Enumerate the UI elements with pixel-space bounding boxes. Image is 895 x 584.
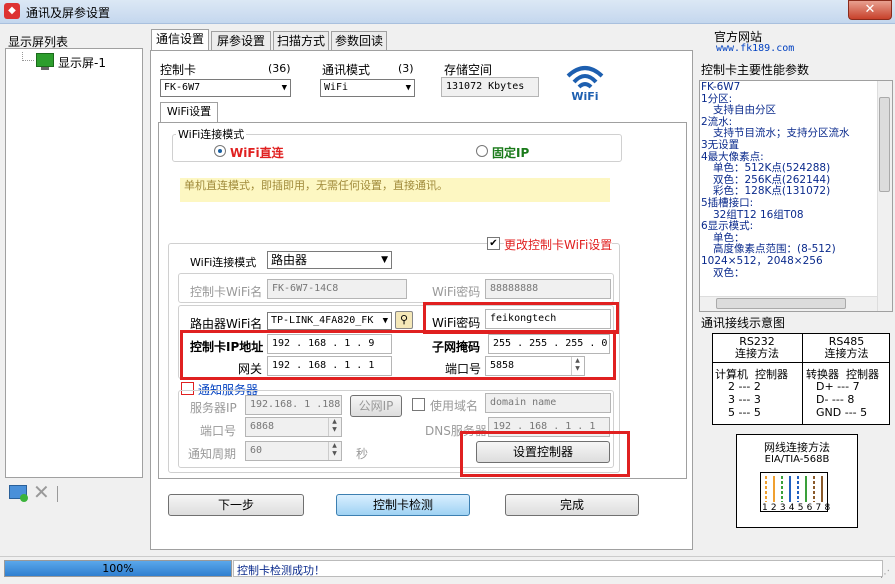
- seconds-label: 秒: [356, 447, 369, 461]
- wifi-mode-group-title: WiFi连接模式: [176, 126, 247, 142]
- perf-line: FK-6W7: [701, 81, 741, 93]
- net-wiring-std: EIA/TIA-568B: [764, 454, 830, 465]
- rj45-pin-numbers: 12345678: [762, 503, 834, 513]
- status-message: 控制卡检测成功！: [237, 564, 325, 577]
- mask-field[interactable]: 255 . 255 . 255 . 0: [488, 334, 610, 354]
- period-spinner[interactable]: ▲ ▼: [328, 442, 340, 460]
- wifi-pwd-field[interactable]: feikongtech: [485, 309, 611, 329]
- card-count: (36): [268, 62, 291, 75]
- mode-select[interactable]: WiFi ▼: [320, 79, 415, 97]
- storage-value: 131072 Kbytes: [441, 77, 539, 97]
- perf-line: 3无设置: [701, 138, 740, 151]
- card-label: 控制卡: [160, 63, 197, 77]
- set-controller-button[interactable]: 设置控制器: [476, 441, 610, 463]
- router-wifi-select[interactable]: TP-LINK_4FA820_FK ▼: [267, 312, 392, 330]
- progress-text: 100%: [102, 562, 134, 575]
- perf-line: 单色：512K点(524288): [713, 162, 831, 175]
- app-icon: ◆: [4, 3, 20, 19]
- rs485-title: RS485 连接方法: [824, 335, 869, 360]
- gateway-field[interactable]: 192 . 168 . 1 . 1: [267, 356, 392, 376]
- ip-field[interactable]: 192 . 168 . 1 . 9: [267, 334, 392, 354]
- conn-mode-select[interactable]: 路由器 ▼: [267, 251, 392, 269]
- ip-label: 控制卡IP地址: [190, 340, 264, 354]
- tab-wifi-settings[interactable]: WiFi设置: [160, 102, 218, 124]
- card-wifi-label: 控制卡WiFi名: [190, 285, 263, 299]
- perf-line: 5插槽接口:: [701, 196, 754, 209]
- delete-screen-icon[interactable]: ✕: [33, 482, 50, 502]
- resize-grip-icon[interactable]: ⋰: [880, 569, 890, 580]
- tab-scan-mode[interactable]: 扫描方式: [273, 31, 329, 51]
- port-spinner[interactable]: ▲ ▼: [571, 357, 583, 375]
- close-button[interactable]: ✕: [848, 0, 892, 20]
- net-wiring-title: 网线连接方法: [764, 441, 830, 454]
- website-link[interactable]: www.fk189.com: [716, 43, 794, 54]
- port2-label: 端口号: [200, 424, 237, 438]
- wifi-logo-icon: WiFi: [560, 62, 610, 103]
- rs232-rows: 2 --- 23 --- 35 --- 5: [728, 380, 761, 419]
- wifi-search-icon[interactable]: ⚲: [395, 311, 413, 329]
- storage-label: 存储空间: [444, 63, 493, 77]
- radio-wifi-direct[interactable]: [214, 145, 226, 157]
- radio-wifi-direct-label[interactable]: WiFi直连: [230, 144, 284, 161]
- mode-label: 通讯模式: [322, 63, 371, 77]
- radio-fixed-ip-label[interactable]: 固定IP: [492, 144, 529, 161]
- card-wifi-field: FK-6W7-14C8: [267, 279, 407, 299]
- card-select[interactable]: FK-6W7 ▼: [160, 79, 291, 97]
- mode-count: (3): [398, 62, 414, 75]
- change-wifi-label[interactable]: 更改控制卡WiFi设置: [504, 236, 613, 253]
- perf-line: 双色：: [713, 266, 745, 279]
- server-ip-label: 服务器IP: [190, 401, 237, 415]
- perf-title: 控制卡主要性能参数: [701, 63, 810, 77]
- period-label: 通知周期: [188, 447, 237, 461]
- domain-field: domain name: [485, 393, 611, 413]
- wifi-pwd-label: WiFi密码: [432, 316, 481, 330]
- port-field[interactable]: 5858: [485, 356, 585, 376]
- detect-card-button[interactable]: 控制卡检测: [336, 494, 470, 516]
- conn-mode-label: WiFi连接模式: [190, 256, 257, 269]
- server-ip-field: 192.168. 1 .188: [245, 395, 342, 415]
- mask-label: 子网掩码: [432, 340, 481, 354]
- tab-screen-params[interactable]: 屏参设置: [211, 31, 271, 51]
- rs485-rows: D+ --- 7 D- --- 8 GND --- 5: [816, 380, 868, 419]
- screen-list-panel: [5, 48, 143, 478]
- use-domain-label: 使用域名: [430, 399, 479, 413]
- done-button[interactable]: 完成: [505, 494, 639, 516]
- title-bar: [0, 0, 895, 24]
- port2-spinner[interactable]: ▲ ▼: [328, 418, 340, 436]
- tree-item-screen-1[interactable]: 显示屏-1: [58, 54, 106, 71]
- wifi-pwd-label-disabled: WiFi密码: [432, 285, 481, 299]
- gateway-label: 网关: [238, 362, 263, 376]
- perf-line: 6显示模式:: [701, 220, 754, 233]
- change-wifi-checkbox[interactable]: ✔: [487, 237, 500, 250]
- rs232-title: RS232 连接方法: [735, 335, 779, 360]
- wiring-title: 通讯接线示意图: [701, 316, 786, 330]
- perf-line: 1024×512，2048×256: [701, 254, 823, 267]
- port-label: 端口号: [445, 362, 482, 376]
- tab-param-readback[interactable]: 参数回读: [331, 31, 387, 51]
- perf-hscroll-thumb[interactable]: [716, 298, 846, 309]
- wifi-pwd-disabled-field: 88888888: [485, 279, 611, 299]
- svg-text:WiFi: WiFi: [571, 90, 598, 102]
- public-ip-button[interactable]: 公网IP: [350, 395, 402, 417]
- use-domain-checkbox[interactable]: [412, 398, 425, 411]
- tab-comm-settings[interactable]: 通信设置: [151, 29, 209, 51]
- next-button[interactable]: 下一步: [168, 494, 304, 516]
- perf-vscroll-thumb[interactable]: [879, 97, 890, 192]
- radio-fixed-ip[interactable]: [476, 145, 488, 157]
- perf-panel: FK-6W7 1分区: 支持自由分区 2流水: 支持节目流水；支持分区流水 3无设置 4最大…: [699, 80, 893, 312]
- window-title: 通讯及屏参设置: [26, 6, 111, 20]
- monitor-icon: [36, 53, 54, 67]
- info-text: 单机直连模式，即插即用，无需任何设置，直接通讯。: [180, 178, 610, 202]
